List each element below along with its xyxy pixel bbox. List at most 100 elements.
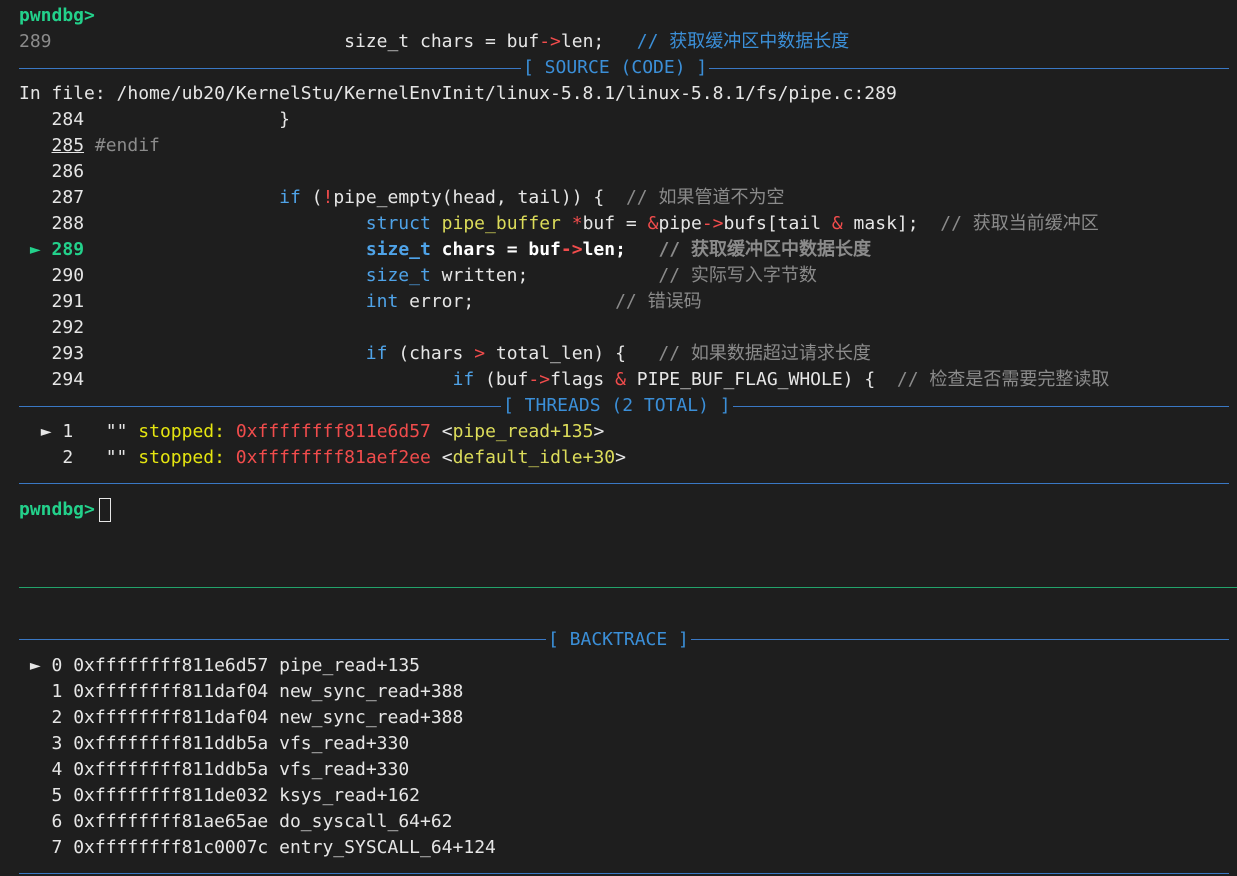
current-line-code: size_t chars = buf xyxy=(344,31,540,52)
code-text: len; xyxy=(582,239,659,260)
backtrace-frame[interactable]: 5 0xffffffff811de032 ksys_read+162 xyxy=(19,783,421,809)
keyword: if xyxy=(452,369,475,390)
code-text: pipe xyxy=(658,213,702,234)
code-text: bufs[tail xyxy=(723,213,832,234)
keyword: if xyxy=(279,187,301,208)
threads-end-divider xyxy=(19,483,1229,484)
pane-divider[interactable] xyxy=(19,587,1237,588)
frame-symbol: ksys_read+162 xyxy=(279,785,421,806)
backtrace-frame[interactable]: 4 0xffffffff811ddb5a vfs_read+330 xyxy=(19,757,410,783)
frame-symbol: new_sync_read+388 xyxy=(279,681,464,702)
operator: > xyxy=(474,343,486,364)
source-file-info: In file: /home/ub20/KernelStu/KernelEnvI… xyxy=(19,81,897,107)
current-line-number: 289 xyxy=(19,31,52,52)
thread-state: stopped: xyxy=(138,421,225,442)
frame-address: 0xffffffff811daf04 xyxy=(73,707,269,728)
frame-number: 6 xyxy=(51,811,63,832)
thread-name: "" xyxy=(105,421,128,442)
frame-number: 0 xyxy=(51,655,63,676)
line-number: 289 xyxy=(51,239,85,260)
thread-address: 0xffffffff81aef2ee xyxy=(235,447,431,468)
frame-address: 0xffffffff811ddb5a xyxy=(73,759,269,780)
code-text: #endif xyxy=(94,135,160,156)
arrow-operator: -> xyxy=(701,213,724,234)
code-text: (buf xyxy=(474,369,529,390)
source-banner: [ SOURCE (CODE) ] xyxy=(521,55,710,81)
operator: ! xyxy=(322,187,334,208)
line-number: 288 xyxy=(51,213,85,234)
backtrace-frame[interactable]: 2 0xffffffff811daf04 new_sync_read+388 xyxy=(19,705,464,731)
prompt-label: pwndbg> xyxy=(19,5,95,26)
frame-address: 0xffffffff811e6d57 xyxy=(73,655,269,676)
backtrace-frame[interactable]: ► 0 0xffffffff811e6d57 pipe_read+135 xyxy=(19,653,420,679)
code-text: (chars xyxy=(387,343,475,364)
code-text: total_len) { xyxy=(485,343,659,364)
operator: & xyxy=(647,213,659,234)
source-line: 286 xyxy=(19,159,85,185)
frame-address: 0xffffffff811de032 xyxy=(73,785,269,806)
arrow-operator: -> xyxy=(560,239,583,260)
code-text: buf = xyxy=(582,213,648,234)
thread-address: 0xffffffff811e6d57 xyxy=(235,421,431,442)
code-comment: // 获取当前缓冲区 xyxy=(940,213,1099,234)
line-number: 291 xyxy=(51,291,85,312)
current-line-comment: // 获取缓冲区中数据长度 xyxy=(636,31,850,52)
operator: & xyxy=(831,213,843,234)
thread-symbol: pipe_read+135 xyxy=(452,421,594,442)
arrow-operator: -> xyxy=(539,31,561,52)
thread-name: "" xyxy=(105,447,128,468)
source-line: 293 if (chars > total_len) { // 如果数据超过请求… xyxy=(19,341,871,367)
keyword: struct xyxy=(365,213,431,234)
line-number: 290 xyxy=(51,265,85,286)
text-cursor[interactable] xyxy=(98,498,111,522)
code-text: flags xyxy=(550,369,616,390)
backtrace-frame[interactable]: 1 0xffffffff811daf04 new_sync_read+388 xyxy=(19,679,464,705)
code-text: written; xyxy=(430,265,659,286)
frame-address: 0xffffffff81c0007c xyxy=(73,837,269,858)
keyword: size_t xyxy=(365,265,431,286)
line-number: 294 xyxy=(51,369,85,390)
code-comment: // 实际写入字节数 xyxy=(658,265,817,286)
code-text: PIPE_BUF_FLAG_WHOLE) { xyxy=(625,369,897,390)
code-text: mask]; xyxy=(842,213,941,234)
code-comment: // 如果管道不为空 xyxy=(625,187,785,208)
source-line: 287 if (!pipe_empty(head, tail)) { // 如果… xyxy=(19,185,785,211)
keyword: int xyxy=(365,291,399,312)
code-comment: // 错误码 xyxy=(615,291,702,312)
frame-symbol: entry_SYSCALL_64+124 xyxy=(279,837,496,858)
source-line: 292 xyxy=(19,315,85,341)
current-line-code-tail: len; xyxy=(560,31,605,52)
line-number: 293 xyxy=(51,343,85,364)
frame-number: 5 xyxy=(51,785,63,806)
backtrace-frame[interactable]: 7 0xffffffff81c0007c entry_SYSCALL_64+12… xyxy=(19,835,496,861)
backtrace-end-divider xyxy=(19,873,1229,874)
code-comment: // 检查是否需要完整读取 xyxy=(896,369,1110,390)
file-label: In file: xyxy=(19,83,117,104)
source-line: 284 } xyxy=(19,107,290,133)
thread-row[interactable]: ► 1 "" stopped: 0xffffffff811e6d57 <pipe… xyxy=(19,419,605,445)
terminal-window[interactable]: pwndbg> 289 size_t chars = buf->len; // … xyxy=(0,0,1237,876)
operator: & xyxy=(615,369,626,390)
frame-symbol: vfs_read+330 xyxy=(279,733,410,754)
file-path: /home/ub20/KernelStu/KernelEnvInit/linux… xyxy=(116,83,897,104)
frame-number: 2 xyxy=(51,707,63,728)
code-comment: // 获取缓冲区中数据长度 xyxy=(658,239,871,260)
thread-symbol: default_idle+30 xyxy=(452,447,616,468)
backtrace-frame[interactable]: 3 0xffffffff811ddb5a vfs_read+330 xyxy=(19,731,410,757)
frame-address: 0xffffffff811daf04 xyxy=(73,681,269,702)
line-number: 287 xyxy=(51,187,85,208)
source-line: 291 int error; // 错误码 xyxy=(19,289,702,315)
frame-address: 0xffffffff81ae65ae xyxy=(73,811,269,832)
backtrace-frame[interactable]: 6 0xffffffff81ae65ae do_syscall_64+62 xyxy=(19,809,453,835)
code-text: chars = buf xyxy=(430,239,561,260)
code-text: error; xyxy=(398,291,616,312)
frame-number: 7 xyxy=(51,837,63,858)
keyword: if xyxy=(365,343,388,364)
source-line: 294 if (buf->flags & PIPE_BUF_FLAG_WHOLE… xyxy=(19,367,1110,393)
frame-symbol: new_sync_read+388 xyxy=(279,707,464,728)
thread-row[interactable]: 2 "" stopped: 0xffffffff81aef2ee <defaul… xyxy=(19,445,626,471)
command-prompt-line[interactable]: pwndbg> xyxy=(19,497,111,523)
frame-symbol: pipe_read+135 xyxy=(279,655,421,676)
code-text: ( xyxy=(300,187,323,208)
operator: * xyxy=(560,213,583,234)
